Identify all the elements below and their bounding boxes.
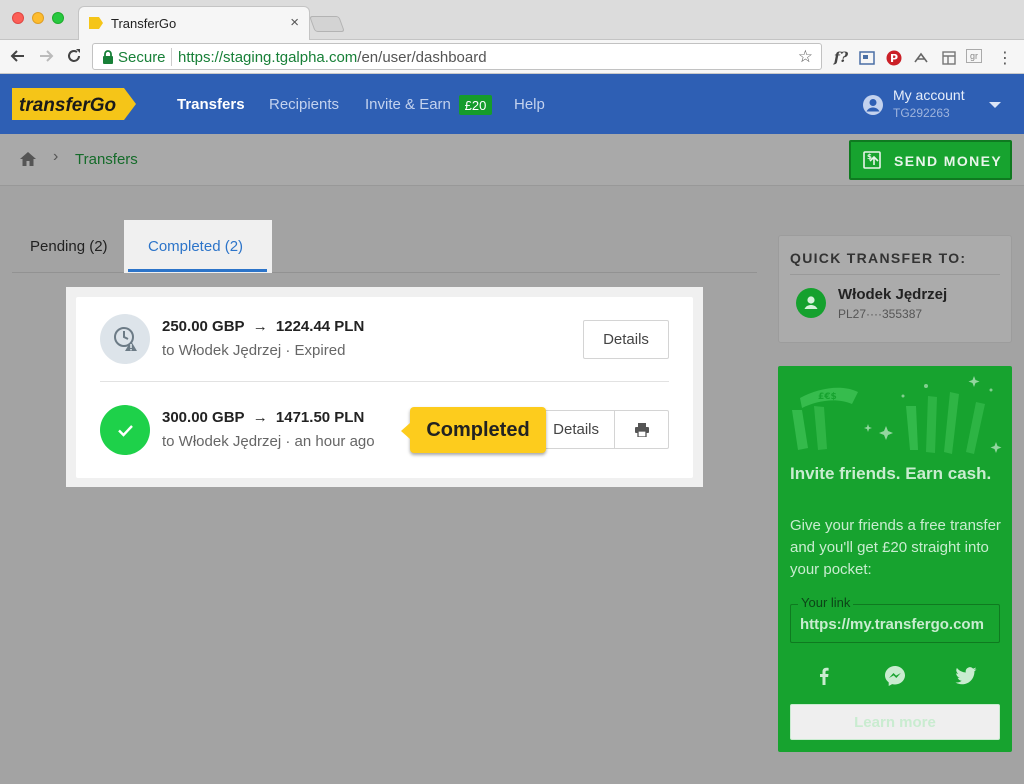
tab-title: TransferGo xyxy=(111,16,177,31)
lock-icon xyxy=(103,50,113,64)
quick-transfer-divider xyxy=(790,274,1000,275)
secure-label: Secure xyxy=(118,49,166,66)
send-money-icon: $ xyxy=(863,151,881,169)
quick-recipient-name[interactable]: Włodek Jędrzej xyxy=(838,286,947,303)
pinterest-icon[interactable]: P xyxy=(885,49,903,67)
transfer-detail: to Włodek Jędrzej · an hour ago xyxy=(162,433,375,450)
row-divider xyxy=(100,381,669,382)
invite-description: Give your friends a free transfer and yo… xyxy=(790,517,1001,578)
svg-text:£€$: £€$ xyxy=(818,392,837,402)
quick-transfer-panel: QUICK TRANSFER TO: Włodek Jędrzej PL27··… xyxy=(778,235,1012,343)
print-button[interactable] xyxy=(614,410,669,449)
svg-text:P: P xyxy=(890,52,898,65)
browser-toolbar: Secure https://staging.tgalpha.com/en/us… xyxy=(0,40,1024,74)
browser-tab[interactable]: TransferGo × xyxy=(78,6,310,40)
svg-text:$: $ xyxy=(867,153,872,161)
printer-icon xyxy=(634,422,649,437)
url-host: staging.tgalpha.com xyxy=(223,49,358,66)
details-button[interactable]: Details xyxy=(583,320,669,359)
amount-from: 300.00 GBP xyxy=(162,409,245,426)
rss-extension-icon[interactable] xyxy=(912,49,930,67)
grammarly-extension-icon[interactable]: gr xyxy=(966,49,982,63)
transfergo-favicon-icon xyxy=(89,17,103,29)
minimize-window-button[interactable] xyxy=(32,12,44,24)
address-divider xyxy=(171,48,172,66)
completed-check-icon xyxy=(100,405,150,455)
completed-tooltip: Completed xyxy=(401,407,546,453)
url-scheme: https:// xyxy=(178,49,224,66)
nav-invite-earn[interactable]: Invite & Earn xyxy=(365,96,451,113)
invite-reward-badge: £20 xyxy=(459,95,492,115)
tab-active-underline xyxy=(128,269,267,272)
bookmark-star-icon[interactable]: ☆ xyxy=(798,47,813,67)
logo-text: transferGo xyxy=(19,95,116,116)
forward-arrow-icon[interactable] xyxy=(35,45,57,67)
chevron-down-icon[interactable] xyxy=(989,102,1001,108)
referral-link-value[interactable]: https://my.transfergo.com xyxy=(800,616,990,633)
address-bar[interactable]: Secure https://staging.tgalpha.com/en/us… xyxy=(92,43,822,70)
reader-extension-icon[interactable] xyxy=(940,49,958,67)
quick-transfer-title: QUICK TRANSFER TO: xyxy=(790,250,967,266)
transfer-amount: 250.00 GBP → 1224.44 PLN xyxy=(162,318,364,335)
arrow-right-icon: → xyxy=(252,318,268,335)
invite-card: £€$ Invite friends. Earn cash. Give your… xyxy=(778,366,1012,752)
account-id: TG292263 xyxy=(893,106,950,120)
url-path: /en/user/dashboard xyxy=(357,49,487,66)
send-money-label: SEND MONEY xyxy=(894,153,1003,169)
nav-recipients[interactable]: Recipients xyxy=(269,96,339,113)
new-tab-button[interactable] xyxy=(309,16,345,32)
nav-transfers[interactable]: Transfers xyxy=(177,96,245,113)
arrow-right-icon: → xyxy=(252,409,268,426)
home-icon[interactable] xyxy=(19,150,37,168)
tab-close-icon[interactable]: × xyxy=(290,14,299,31)
celebration-illustration: £€$ xyxy=(792,376,1002,454)
learn-more-button[interactable]: Learn more xyxy=(790,704,1000,740)
transfer-amount: 300.00 GBP → 1471.50 PLN xyxy=(162,409,364,426)
browser-tab-bar: TransferGo × xyxy=(0,0,1024,40)
browser-menu-icon[interactable]: ⋮ xyxy=(996,49,1014,67)
amount-from: 250.00 GBP xyxy=(162,318,245,335)
breadcrumb: › Transfers $ SEND MONEY xyxy=(0,134,1024,186)
amount-to: 1224.44 PLN xyxy=(275,318,365,335)
url-text[interactable]: https://staging.tgalpha.com/en/user/dash… xyxy=(178,49,487,66)
account-avatar-icon[interactable] xyxy=(862,94,884,116)
amount-to: 1471.50 PLN xyxy=(275,409,365,426)
nav-help[interactable]: Help xyxy=(514,96,545,113)
breadcrumb-transfers[interactable]: Transfers xyxy=(75,151,138,168)
account-name[interactable]: My account xyxy=(893,87,965,103)
screenshot-extension-icon[interactable] xyxy=(858,49,876,67)
maximize-window-button[interactable] xyxy=(52,12,64,24)
twitter-icon[interactable] xyxy=(954,664,978,688)
recipient-avatar-icon[interactable] xyxy=(796,288,826,318)
send-money-button[interactable]: $ SEND MONEY xyxy=(849,140,1012,180)
reload-icon[interactable] xyxy=(63,45,85,67)
site-header: transferGo Transfers Recipients Invite &… xyxy=(0,74,1024,134)
invite-title: Invite friends. Earn cash. xyxy=(790,464,992,483)
facebook-icon[interactable] xyxy=(812,664,836,688)
transfer-detail: to Włodek Jędrzej · Expired xyxy=(162,342,346,359)
chevron-right-icon: › xyxy=(53,148,59,165)
tab-completed[interactable]: Completed (2) xyxy=(148,238,243,255)
close-window-button[interactable] xyxy=(12,12,24,24)
formula-extension-icon[interactable]: f? xyxy=(830,49,852,67)
back-arrow-icon[interactable] xyxy=(7,45,29,67)
tab-pending[interactable]: Pending (2) xyxy=(30,238,108,255)
transfergo-logo[interactable]: transferGo xyxy=(12,88,136,120)
quick-recipient-account: PL27····355387 xyxy=(838,307,923,321)
referral-link-label: Your link xyxy=(798,595,854,610)
expired-status-icon xyxy=(100,314,150,364)
messenger-icon[interactable] xyxy=(883,664,907,688)
